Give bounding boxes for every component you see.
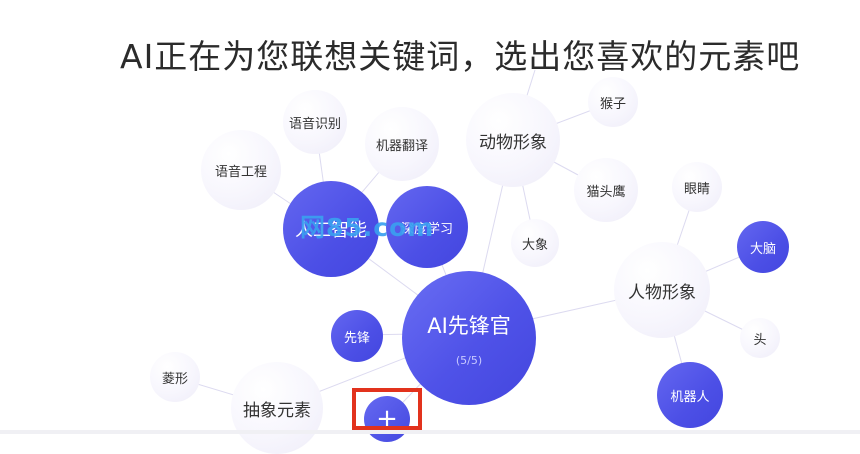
- keyword-node-maotouying[interactable]: 猫头鹰: [574, 158, 638, 222]
- highlight-box: [352, 388, 422, 430]
- keyword-label: 大脑: [749, 241, 776, 257]
- keyword-node-chouxiang-yuansu[interactable]: 抽象元素: [231, 362, 323, 454]
- bottom-divider: [0, 430, 860, 434]
- keyword-label: 头: [753, 332, 767, 348]
- keyword-label: 深度学习: [400, 221, 453, 237]
- keyword-node-rengong-zhineng[interactable]: 人工智能: [283, 181, 379, 277]
- keyword-label: 机器翻译: [375, 138, 428, 154]
- keyword-label: 菱形: [161, 371, 188, 387]
- hub-title: AI先锋官: [427, 313, 511, 338]
- keyword-node-tou[interactable]: 头: [740, 318, 780, 358]
- keyword-node-jiqiren[interactable]: 机器人: [657, 362, 723, 428]
- keyword-label: 语音识别: [288, 116, 341, 132]
- keyword-label: 人工智能: [295, 220, 367, 241]
- keyword-node-dongwu-xingxiang[interactable]: 动物形象: [466, 93, 560, 187]
- keyword-node-xianfeng[interactable]: 先锋: [331, 310, 383, 362]
- keyword-node-yanjing[interactable]: 眼睛: [672, 162, 722, 212]
- keyword-node-yuyin-gongcheng[interactable]: 语音工程: [201, 130, 281, 210]
- central-hub-node[interactable]: AI先锋官 (5/5): [402, 271, 536, 405]
- keyword-node-daxiang[interactable]: 大象: [511, 219, 559, 267]
- keyword-label: 动物形象: [479, 132, 547, 153]
- keyword-label: 语音工程: [214, 164, 267, 180]
- selection-count: (5/5): [455, 353, 483, 367]
- keyword-node-danao[interactable]: 大脑: [737, 221, 789, 273]
- keyword-label: 机器人: [670, 389, 710, 405]
- keyword-node-jiqi-fanyi[interactable]: 机器翻译: [365, 107, 439, 181]
- keyword-label: 抽象元素: [243, 400, 311, 421]
- keyword-label: 猫头鹰: [586, 184, 626, 200]
- keyword-label: 眼睛: [683, 181, 710, 197]
- keyword-label: 猴子: [599, 96, 626, 112]
- keyword-label: 人物形象: [628, 282, 696, 303]
- keyword-node-renwu-xingxiang[interactable]: 人物形象: [614, 242, 710, 338]
- keyword-node-lingxing[interactable]: 菱形: [150, 352, 200, 402]
- keyword-node-houzi[interactable]: 猴子: [588, 77, 638, 127]
- keyword-node-yuyin-shibie[interactable]: 语音识别: [283, 90, 347, 154]
- keyword-label: 大象: [521, 237, 548, 253]
- keyword-label: 先锋: [343, 330, 370, 346]
- keyword-node-shendu-xuexi[interactable]: 深度学习: [386, 186, 468, 268]
